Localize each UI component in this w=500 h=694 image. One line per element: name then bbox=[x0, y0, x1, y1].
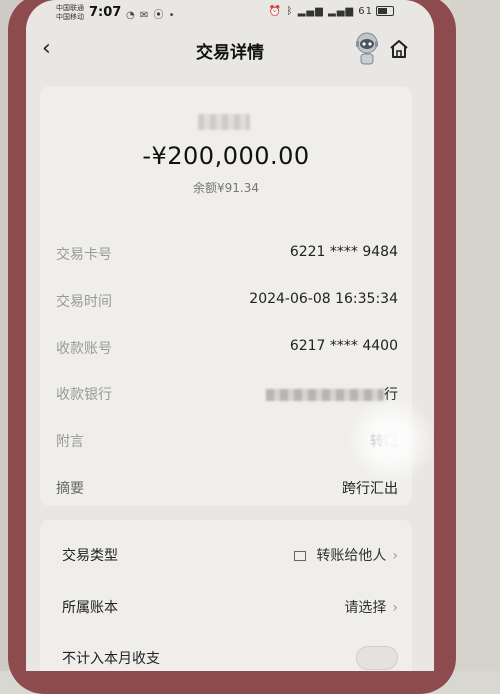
chevron-right-icon: › bbox=[392, 548, 398, 564]
setting-row-exclude-monthly: 不计入本月收支 bbox=[62, 646, 398, 670]
signal-icon-2: ▂▄▆ bbox=[328, 6, 355, 17]
account-balance: 余额¥91.34 bbox=[193, 181, 259, 195]
payee-name-redacted bbox=[198, 114, 250, 130]
navigation-bar: ‹ 交易详情 bbox=[26, 28, 434, 72]
signal-icon: ▂▄▆ bbox=[297, 6, 324, 17]
carrier-2: 中国移动 bbox=[56, 13, 84, 21]
setting-value: 转账给他人 › bbox=[294, 545, 398, 565]
ledger-value: 请选择 bbox=[344, 600, 387, 616]
exclude-toggle[interactable] bbox=[356, 646, 398, 670]
detail-label: 摘要 bbox=[56, 481, 84, 497]
status-bar: 中国联通 中国移动 7:07 ◔ ✉ ⦿ • ⏰ ᛒ ▂▄▆ ▂▄▆ 61 bbox=[26, 0, 434, 28]
transaction-type-value: 转账给他人 bbox=[316, 548, 387, 564]
system-icons: ⏰ ᛒ ▂▄▆ ▂▄▆ 61 bbox=[269, 6, 394, 17]
background-right bbox=[450, 0, 500, 671]
detail-row-time: 交易时间 2024-06-08 16:35:34 bbox=[56, 291, 398, 313]
detail-label: 收款银行 bbox=[56, 387, 112, 403]
detail-value: 6217 **** 4400 bbox=[289, 338, 398, 354]
bluetooth-icon: ᛒ bbox=[286, 6, 294, 17]
setting-row-ledger[interactable]: 所属账本 请选择 › bbox=[62, 597, 398, 619]
chevron-right-icon: › bbox=[392, 600, 398, 616]
setting-value: 请选择 › bbox=[344, 597, 398, 617]
home-icon[interactable] bbox=[388, 38, 410, 60]
detail-value: 6221 **** 9484 bbox=[289, 244, 398, 260]
alarm-icon: ⏰ bbox=[268, 6, 283, 17]
detail-label: 附言 bbox=[56, 434, 84, 450]
notification-icons: ◔ ✉ ⦿ • bbox=[126, 10, 176, 21]
phone-screen: 中国联通 中国移动 7:07 ◔ ✉ ⦿ • ⏰ ᛒ ▂▄▆ ▂▄▆ 61 ‹ … bbox=[26, 0, 434, 671]
document-icon bbox=[294, 551, 307, 561]
detail-value: 2024-06-08 16:35:34 bbox=[249, 291, 398, 307]
battery-icon bbox=[376, 6, 394, 16]
detail-label: 交易时间 bbox=[56, 294, 112, 310]
carrier-labels: 中国联通 中国移动 bbox=[56, 4, 84, 22]
robot-assistant-icon[interactable] bbox=[352, 30, 382, 68]
status-time: 7:07 bbox=[89, 5, 122, 20]
screen-glare bbox=[346, 395, 434, 485]
setting-row-transaction-type[interactable]: 交易类型 转账给他人 › bbox=[62, 545, 398, 567]
detail-row-card-number: 交易卡号 6221 **** 9484 bbox=[56, 244, 398, 266]
carrier-1: 中国联通 bbox=[56, 4, 84, 12]
detail-row-payee-account: 收款账号 6217 **** 4400 bbox=[56, 338, 398, 360]
detail-label: 收款账号 bbox=[56, 341, 112, 357]
setting-label: 不计入本月收支 bbox=[62, 651, 160, 667]
setting-label: 交易类型 bbox=[62, 548, 118, 564]
setting-label: 所属账本 bbox=[62, 600, 118, 616]
detail-label: 交易卡号 bbox=[56, 247, 112, 263]
transaction-amount: -¥200,000.00 bbox=[142, 142, 310, 170]
battery-level: 61 bbox=[358, 6, 373, 17]
